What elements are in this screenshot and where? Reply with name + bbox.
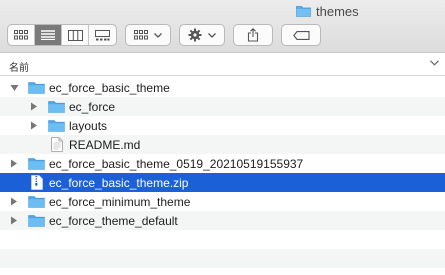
sort-chevron-icon[interactable]	[430, 60, 439, 66]
gallery-icon	[95, 29, 110, 40]
folder-icon	[296, 5, 311, 17]
window-title-text: themes	[316, 3, 359, 19]
folder-row[interactable]: ec_force_basic_theme	[0, 78, 445, 97]
disclosure-collapsed-icon[interactable]	[9, 216, 19, 226]
folder-row[interactable]: ec_force	[0, 97, 445, 116]
share-icon	[247, 28, 259, 42]
columns-icon	[67, 29, 83, 41]
file-name: ec_force	[69, 100, 116, 114]
file-list: ec_force_basic_theme ec_forcelayouts READM…	[0, 78, 445, 275]
document-icon	[51, 137, 63, 155]
disclosure-collapsed-icon[interactable]	[9, 197, 19, 207]
list-icon	[41, 30, 55, 40]
toolbar	[7, 24, 321, 46]
file-name: ec_force_basic_theme.zip	[49, 176, 189, 190]
share-button[interactable]	[233, 24, 273, 46]
column-view-button[interactable]	[62, 25, 89, 45]
empty-row	[0, 230, 445, 249]
file-row[interactable]: ec_force_basic_theme.zip	[0, 173, 445, 192]
folder-row[interactable]: ec_force_theme_default	[0, 211, 445, 230]
empty-row	[0, 268, 445, 275]
gallery-view-button[interactable]	[89, 25, 116, 45]
group-by-button[interactable]	[125, 24, 171, 46]
name-column-header[interactable]: 名前	[9, 59, 29, 74]
gear-icon	[188, 28, 202, 42]
folder-icon	[48, 119, 65, 135]
disclosure-collapsed-icon[interactable]	[29, 121, 39, 131]
file-name: ec_force_basic_theme	[49, 81, 170, 95]
action-menu-button[interactable]	[179, 24, 225, 46]
folder-icon	[28, 81, 45, 97]
column-header: 名前	[0, 54, 445, 76]
icon-grid-icon	[14, 30, 28, 40]
tag-icon	[292, 30, 310, 40]
view-switcher	[7, 24, 117, 46]
icon-view-button[interactable]	[8, 25, 35, 45]
disclosure-expanded-icon[interactable]	[9, 83, 19, 93]
window-chrome: themes	[0, 0, 445, 53]
folder-icon	[28, 214, 45, 230]
file-name: ec_force_basic_theme_0519_20210519155937	[49, 157, 304, 171]
empty-row	[0, 249, 445, 268]
window-title: themes	[296, 2, 359, 20]
disclosure-collapsed-icon[interactable]	[9, 159, 19, 169]
disclosure-collapsed-icon[interactable]	[29, 102, 39, 112]
file-name: ec_force_theme_default	[49, 214, 178, 228]
tags-button[interactable]	[281, 24, 321, 46]
file-name: ec_force_minimum_theme	[49, 195, 191, 209]
list-view-button[interactable]	[35, 25, 62, 45]
group-grid-icon	[134, 30, 148, 40]
folder-icon	[28, 157, 45, 173]
folder-row[interactable]: layouts	[0, 116, 445, 135]
folder-row[interactable]: ec_force_minimum_theme	[0, 192, 445, 211]
zip-file-icon	[31, 175, 43, 193]
folder-row[interactable]: ec_force_basic_theme_0519_20210519155937	[0, 154, 445, 173]
file-row[interactable]: README.md	[0, 135, 445, 154]
folder-icon	[28, 195, 45, 211]
chevron-down-icon	[208, 32, 216, 38]
file-name: layouts	[69, 119, 108, 133]
file-name: README.md	[69, 138, 141, 152]
chevron-down-icon	[154, 32, 162, 38]
folder-icon	[48, 100, 65, 116]
